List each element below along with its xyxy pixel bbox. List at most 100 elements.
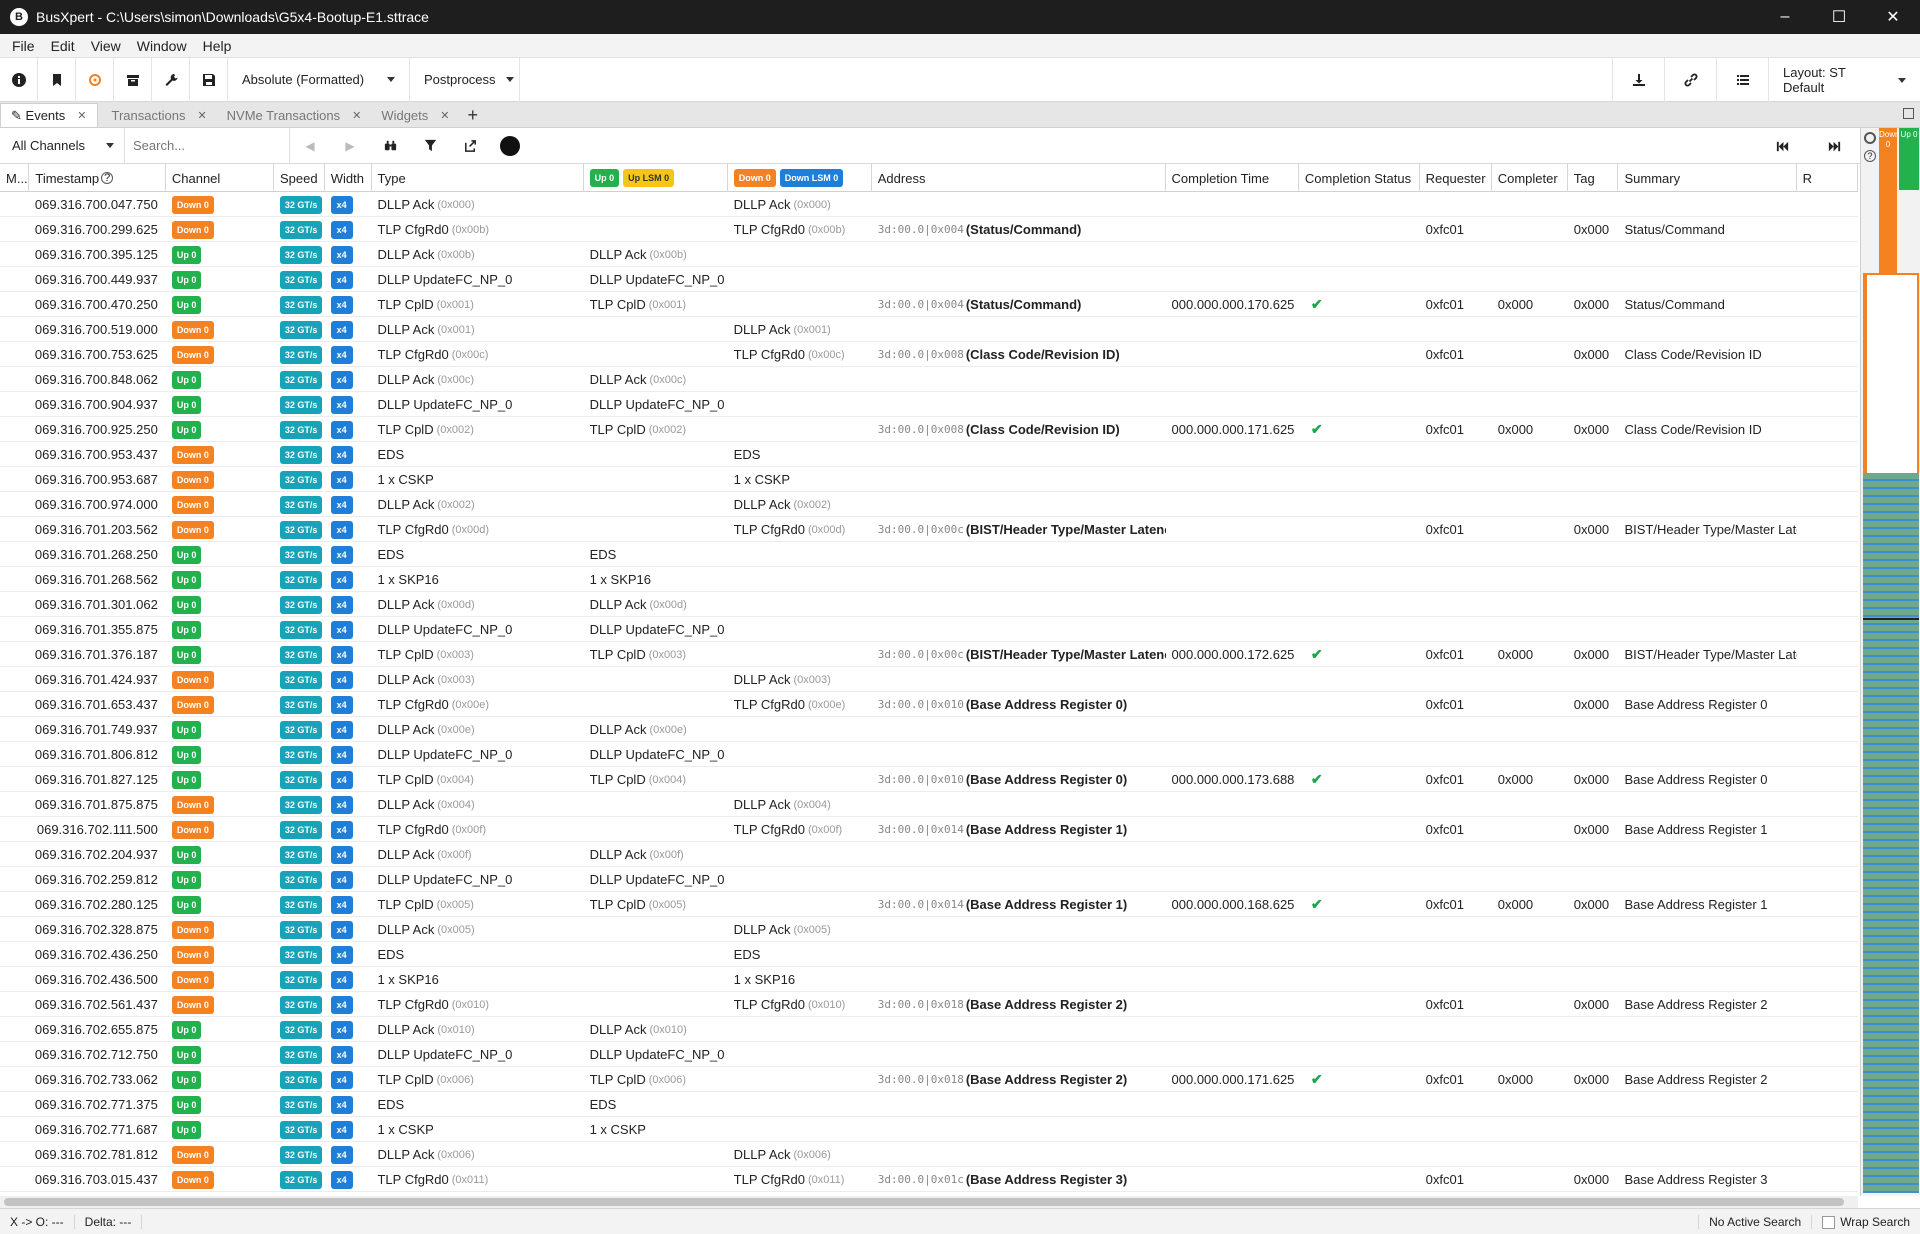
next-result-icon[interactable]: ▶ (330, 128, 370, 164)
table-row[interactable]: 069.316.702.436.500 Down 0 32 GT/s x4 1 x SK… (0, 967, 1858, 992)
tab-transactions[interactable]: Transactions ✕ (102, 103, 217, 127)
download-icon[interactable] (1612, 58, 1664, 102)
col-type[interactable]: Type (372, 164, 584, 192)
table-row[interactable]: 069.316.702.204.937 Up 0 32 GT/s x4 DLLP Ack… (0, 842, 1858, 867)
postprocess-dropdown[interactable]: Postprocess (410, 57, 520, 102)
wrap-search-checkbox[interactable] (1822, 1216, 1836, 1230)
table-row[interactable]: 069.316.701.268.250 Up 0 32 GT/s x4 EDS EDS (0, 542, 1858, 567)
table-row[interactable]: 069.316.700.299.625 Down 0 32 GT/s x4 TLP Cf… (0, 217, 1858, 242)
close-tab-icon[interactable]: ✕ (197, 109, 206, 122)
table-row[interactable]: 069.316.700.953.687 Down 0 32 GT/s x4 1 x CS… (0, 467, 1858, 492)
table-row[interactable]: 069.316.702.328.875 Down 0 32 GT/s x4 DLLP A… (0, 917, 1858, 942)
col-completion-time[interactable]: Completion Time (1166, 164, 1299, 192)
col-speed[interactable]: Speed (274, 164, 325, 192)
menu-help[interactable]: Help (195, 38, 240, 54)
overview-panel[interactable]: ? Down 0 Up 0 (1860, 128, 1920, 1196)
layout-dropdown[interactable]: Layout: ST Default (1768, 58, 1920, 102)
horizontal-scrollbar[interactable] (0, 1196, 1858, 1208)
restore-panel-icon[interactable] (1903, 108, 1914, 119)
bookmark-icon[interactable] (38, 57, 76, 102)
table-row[interactable]: 069.316.702.280.125 Up 0 32 GT/s x4 TLP CplD… (0, 892, 1858, 917)
table-row[interactable]: 069.316.700.904.937 Up 0 32 GT/s x4 DLLP Upd… (0, 392, 1858, 417)
table-row[interactable]: 069.316.700.974.000 Down 0 32 GT/s x4 DLLP A… (0, 492, 1858, 517)
col-timestamp[interactable]: Timestamp? (29, 164, 166, 192)
table-row[interactable]: 069.316.702.733.062 Up 0 32 GT/s x4 TLP CplD… (0, 1067, 1858, 1092)
wrap-search-option[interactable]: Wrap Search (1811, 1214, 1920, 1230)
table-row[interactable]: 069.316.700.449.937 Up 0 32 GT/s x4 DLLP Upd… (0, 267, 1858, 292)
table-row[interactable]: 069.316.703.015.437 Down 0 32 GT/s x4 TLP Cf… (0, 1167, 1858, 1192)
menu-edit[interactable]: Edit (43, 38, 83, 54)
table-row[interactable]: 069.316.702.781.812 Down 0 32 GT/s x4 DLLP A… (0, 1142, 1858, 1167)
skip-to-start-icon[interactable] (1756, 128, 1808, 164)
minimize-icon[interactable]: – (1758, 0, 1812, 34)
close-tab-icon[interactable]: ✕ (352, 109, 361, 122)
table-row[interactable]: 069.316.701.424.937 Down 0 32 GT/s x4 DLLP A… (0, 667, 1858, 692)
search-input[interactable] (133, 138, 283, 153)
table-row[interactable]: 069.316.700.925.250 Up 0 32 GT/s x4 TLP CplD… (0, 417, 1858, 442)
table-row[interactable]: 069.316.702.712.750 Up 0 32 GT/s x4 DLLP Upd… (0, 1042, 1858, 1067)
table-row[interactable]: 069.316.701.806.812 Up 0 32 GT/s x4 DLLP Upd… (0, 742, 1858, 767)
wrench-icon[interactable] (152, 57, 190, 102)
col-r[interactable]: R (1797, 164, 1858, 192)
list-icon[interactable] (1716, 58, 1768, 102)
skip-to-end-icon[interactable] (1808, 128, 1860, 164)
table-row[interactable]: 069.316.701.355.875 Up 0 32 GT/s x4 DLLP Upd… (0, 617, 1858, 642)
table-row[interactable]: 069.316.701.749.937 Up 0 32 GT/s x4 DLLP Ack… (0, 717, 1858, 742)
add-tab-icon[interactable]: + (460, 103, 487, 127)
filter-icon[interactable] (410, 128, 450, 164)
table-row[interactable]: 069.316.702.436.250 Down 0 32 GT/s x4 EDS EDS (0, 942, 1858, 967)
col-down-channel[interactable]: Down 0 Down LSM 0 (728, 164, 872, 192)
table-row[interactable]: 069.316.702.259.812 Up 0 32 GT/s x4 DLLP Upd… (0, 867, 1858, 892)
table-row[interactable]: 069.316.702.655.875 Up 0 32 GT/s x4 DLLP Ack… (0, 1017, 1858, 1042)
table-row[interactable]: 069.316.700.953.437 Down 0 32 GT/s x4 EDS EDS (0, 442, 1858, 467)
table-row[interactable]: 069.316.702.111.500 Down 0 32 GT/s x4 TLP Cf… (0, 817, 1858, 842)
table-row[interactable]: 069.316.701.827.125 Up 0 32 GT/s x4 TLP CplD… (0, 767, 1858, 792)
table-row[interactable]: 069.316.702.771.375 Up 0 32 GT/s x4 EDS EDS (0, 1092, 1858, 1117)
time-format-dropdown[interactable]: Absolute (Formatted) (228, 57, 410, 102)
binoculars-icon[interactable] (370, 128, 410, 164)
trigger-icon[interactable] (76, 57, 114, 102)
col-address[interactable]: Address (872, 164, 1166, 192)
table-row[interactable]: 069.316.700.470.250 Up 0 32 GT/s x4 TLP CplD… (0, 292, 1858, 317)
table-row[interactable]: 069.316.701.653.437 Down 0 32 GT/s x4 TLP Cf… (0, 692, 1858, 717)
menu-window[interactable]: Window (129, 38, 195, 54)
table-row[interactable]: 069.316.700.047.750 Down 0 32 GT/s x4 DLLP A… (0, 192, 1858, 217)
col-up-channel[interactable]: Up 0 Up LSM 0 (584, 164, 728, 192)
table-row[interactable]: 069.316.700.753.625 Down 0 32 GT/s x4 TLP Cf… (0, 342, 1858, 367)
col-completer[interactable]: Completer (1492, 164, 1568, 192)
archive-icon[interactable] (114, 57, 152, 102)
table-row[interactable]: 069.316.702.771.687 Up 0 32 GT/s x4 1 x CSKP… (0, 1117, 1858, 1142)
table-row[interactable]: 069.316.701.268.562 Up 0 32 GT/s x4 1 x SKP1… (0, 567, 1858, 592)
col-channel[interactable]: Channel (166, 164, 274, 192)
record-button[interactable] (490, 128, 530, 164)
tab-widgets[interactable]: Widgets ✕ (371, 103, 459, 127)
table-row[interactable]: 069.316.700.848.062 Up 0 32 GT/s x4 DLLP Ack… (0, 367, 1858, 392)
maximize-icon[interactable]: ☐ (1812, 0, 1866, 34)
help-icon[interactable]: ? (1864, 150, 1876, 162)
info-icon[interactable] (0, 57, 38, 102)
export-icon[interactable] (450, 128, 490, 164)
table-row[interactable]: 069.316.701.203.562 Down 0 32 GT/s x4 TLP Cf… (0, 517, 1858, 542)
menu-file[interactable]: File (4, 38, 43, 54)
table-row[interactable]: 069.316.701.301.062 Up 0 32 GT/s x4 DLLP Ack… (0, 592, 1858, 617)
save-icon[interactable] (190, 57, 228, 102)
table-row[interactable]: 069.316.702.561.437 Down 0 32 GT/s x4 TLP Cf… (0, 992, 1858, 1017)
table-row[interactable]: 069.316.700.395.125 Up 0 32 GT/s x4 DLLP Ack… (0, 242, 1858, 267)
col-requester[interactable]: Requester (1420, 164, 1492, 192)
table-row[interactable]: 069.316.701.875.875 Down 0 32 GT/s x4 DLLP A… (0, 792, 1858, 817)
link-icon[interactable] (1664, 58, 1716, 102)
col-tag[interactable]: Tag (1568, 164, 1619, 192)
col-completion-status[interactable]: Completion Status (1299, 164, 1420, 192)
prev-result-icon[interactable]: ◀ (290, 128, 330, 164)
tab-nvme-transactions[interactable]: NVMe Transactions ✕ (217, 103, 372, 127)
col-width[interactable]: Width (325, 164, 372, 192)
scrollbar-thumb[interactable] (4, 1198, 1844, 1206)
table-row[interactable]: 069.316.700.519.000 Down 0 32 GT/s x4 DLLP A… (0, 317, 1858, 342)
close-icon[interactable]: ✕ (1866, 0, 1920, 34)
table-row[interactable]: 069.316.701.376.187 Up 0 32 GT/s x4 TLP CplD… (0, 642, 1858, 667)
close-tab-icon[interactable]: ✕ (77, 109, 86, 122)
channel-select[interactable]: All Channels (0, 127, 125, 164)
col-summary[interactable]: Summary (1618, 164, 1797, 192)
overview-up-channel[interactable]: Up 0 (1899, 128, 1919, 190)
gear-icon[interactable] (1864, 132, 1876, 144)
